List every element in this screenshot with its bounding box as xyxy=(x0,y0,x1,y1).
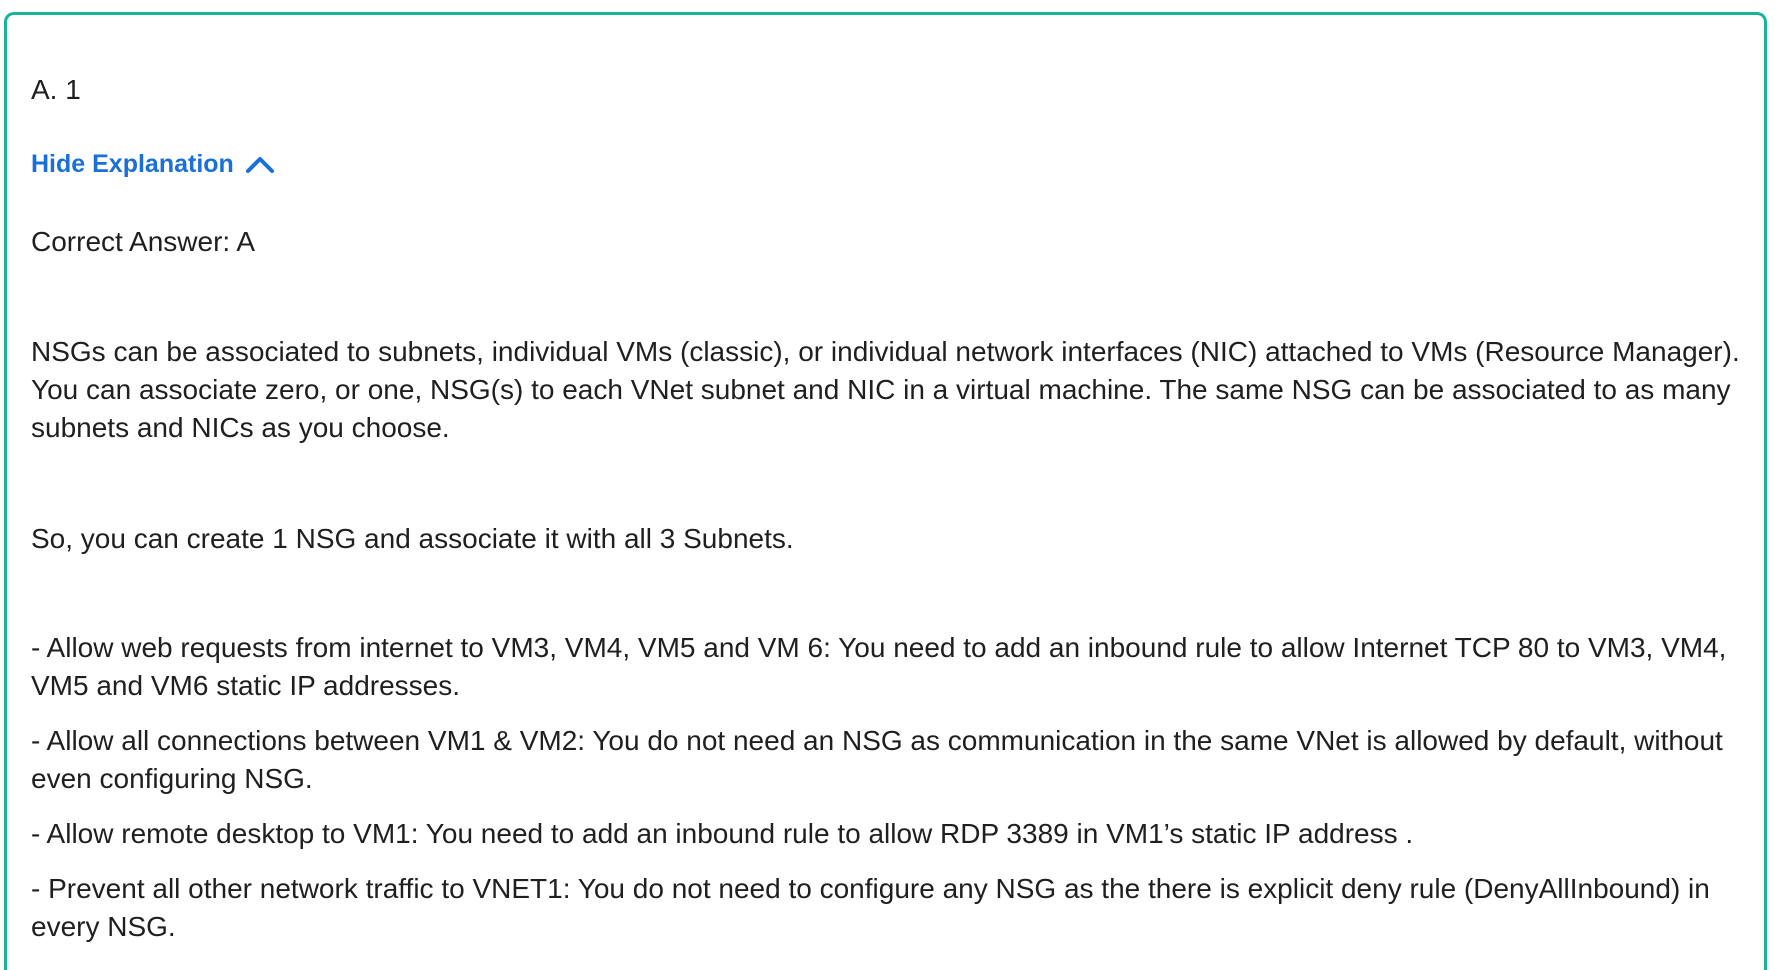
question-card: A. 1 Hide Explanation Correct Answer: A … xyxy=(4,12,1767,970)
chevron-up-icon xyxy=(245,157,274,173)
correct-answer: Correct Answer: A xyxy=(31,226,256,257)
answer-option-a[interactable]: A. 1 xyxy=(31,73,81,107)
hide-explanation-label: Hide Explanation xyxy=(31,150,234,178)
hide-explanation-button[interactable]: Hide Explanation xyxy=(31,149,276,179)
explanation-bullet: - Allow web requests from internet to VM… xyxy=(31,632,1727,701)
explanation-bullet: - Allow remote desktop to VM1: You need … xyxy=(31,818,1414,849)
explanation-bullet: - Allow all connections between VM1 & VM… xyxy=(31,725,1723,794)
explanation-bullet: - Prevent all other network traffic to V… xyxy=(31,873,1710,942)
explanation-summary: So, you can create 1 NSG and associate i… xyxy=(31,523,794,554)
explanation-paragraph: NSGs can be associated to subnets, indiv… xyxy=(31,336,1740,443)
